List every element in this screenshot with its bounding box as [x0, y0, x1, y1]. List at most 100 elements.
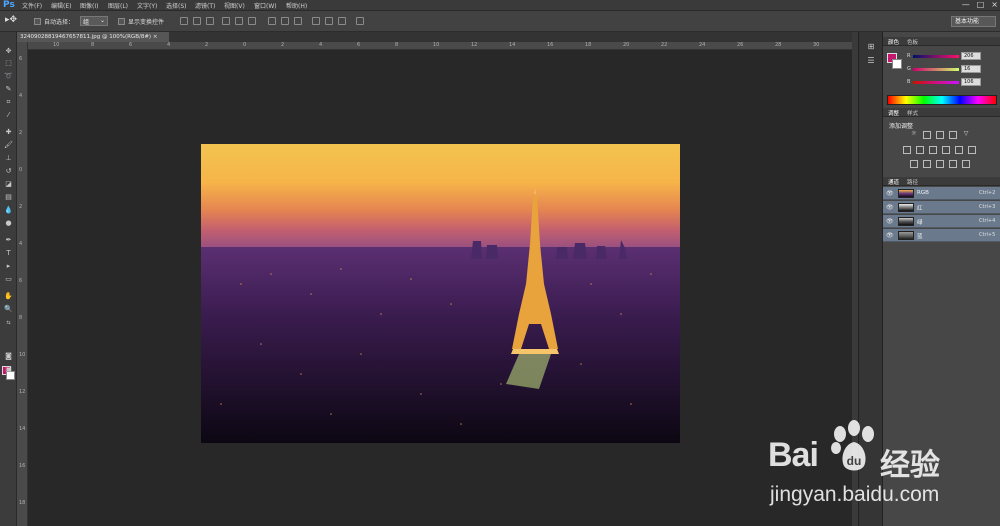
color-lookup-icon[interactable]: [968, 146, 976, 154]
channel-row-red[interactable]: 👁 红 Ctrl+3: [883, 201, 1000, 214]
move-tool-icon[interactable]: ✥: [3, 47, 14, 56]
tab-styles[interactable]: 样式: [907, 109, 918, 117]
clone-stamp-tool-icon[interactable]: ⊥: [3, 154, 14, 163]
align-right-icon[interactable]: [248, 17, 256, 25]
auto-select-dropdown[interactable]: 组 ⌄: [80, 16, 108, 26]
black-white-icon[interactable]: [929, 146, 937, 154]
menu-layer[interactable]: 图层(L): [108, 1, 128, 10]
menu-window[interactable]: 窗口(W): [254, 1, 277, 10]
brightness-contrast-icon[interactable]: ☼: [910, 131, 918, 139]
align-vcenter-icon[interactable]: [193, 17, 201, 25]
tab-channels[interactable]: 通道: [888, 178, 899, 186]
auto-select-checkbox[interactable]: [34, 18, 41, 25]
history-brush-tool-icon[interactable]: ↺: [3, 167, 14, 176]
properties-panel-icon[interactable]: ☰: [866, 56, 876, 66]
menu-type[interactable]: 文字(Y): [137, 1, 157, 10]
history-panel-icon[interactable]: ⊞: [866, 42, 876, 52]
lasso-tool-icon[interactable]: ➰: [3, 72, 14, 81]
photo-filter-icon[interactable]: [942, 146, 950, 154]
crop-tool-icon[interactable]: ⌗: [3, 98, 14, 107]
marquee-tool-icon[interactable]: ⬚: [3, 59, 14, 68]
vibrance-icon[interactable]: ▽: [962, 131, 970, 139]
color-spectrum-bar[interactable]: [887, 95, 997, 105]
workspace-switcher[interactable]: 基本功能: [951, 16, 996, 27]
watermark-baidu-text: Bai: [768, 436, 819, 474]
channel-mixer-icon[interactable]: [955, 146, 963, 154]
menu-edit[interactable]: 编辑(E): [51, 1, 71, 10]
selective-color-icon[interactable]: [962, 160, 970, 168]
type-tool-icon[interactable]: T: [3, 249, 14, 258]
ruler-tick-label: 18: [19, 500, 26, 506]
channel-row-green[interactable]: 👁 绿 Ctrl+4: [883, 215, 1000, 228]
menu-help[interactable]: 帮助(H): [286, 1, 307, 10]
menu-view[interactable]: 视图(V): [224, 1, 245, 10]
color-balance-icon[interactable]: [916, 146, 924, 154]
close-tab-icon[interactable]: ×: [153, 34, 158, 40]
blue-value-field[interactable]: 106: [961, 78, 981, 86]
dodge-tool-icon[interactable]: ●: [3, 219, 14, 228]
red-slider[interactable]: [913, 55, 959, 58]
menu-image[interactable]: 图像(I): [80, 1, 98, 10]
blue-slider[interactable]: [913, 81, 959, 84]
maximize-button[interactable]: □: [977, 0, 985, 9]
auto-align-icon[interactable]: [356, 17, 364, 25]
eiffel-tower-photo[interactable]: [201, 144, 680, 443]
distribute-hcenter-icon[interactable]: [325, 17, 333, 25]
quick-mask-icon[interactable]: ◙: [3, 352, 14, 361]
tab-adjustments[interactable]: 调整: [888, 109, 899, 117]
show-transform-checkbox[interactable]: [118, 18, 125, 25]
red-value-field[interactable]: 206: [961, 52, 981, 60]
curves-icon[interactable]: [936, 131, 944, 139]
gradient-tool-icon[interactable]: ▤: [3, 193, 14, 202]
distribute-top-icon[interactable]: [268, 17, 276, 25]
threshold-icon[interactable]: [936, 160, 944, 168]
quick-select-tool-icon[interactable]: ✎: [3, 85, 14, 94]
channel-row-blue[interactable]: 👁 蓝 Ctrl+5: [883, 229, 1000, 242]
distribute-right-icon[interactable]: [338, 17, 346, 25]
brush-tool-icon[interactable]: 🖌: [3, 141, 14, 150]
path-select-tool-icon[interactable]: ▸: [3, 262, 14, 271]
swap-colors-icon[interactable]: ⇆: [3, 319, 14, 328]
pen-tool-icon[interactable]: ✒: [3, 236, 14, 245]
healing-brush-tool-icon[interactable]: ✚: [3, 128, 14, 137]
menu-select[interactable]: 选择(S): [166, 1, 187, 10]
shape-tool-icon[interactable]: ▭: [3, 275, 14, 284]
minimize-button[interactable]: —: [962, 0, 970, 9]
menu-filter[interactable]: 滤镜(T): [195, 1, 215, 10]
align-bottom-icon[interactable]: [206, 17, 214, 25]
align-hcenter-icon[interactable]: [235, 17, 243, 25]
close-button[interactable]: ×: [991, 0, 998, 9]
distribute-bottom-icon[interactable]: [294, 17, 302, 25]
hand-tool-icon[interactable]: ✋: [3, 292, 14, 301]
tab-color[interactable]: 颜色: [888, 38, 899, 46]
posterize-icon[interactable]: [923, 160, 931, 168]
zoom-tool-icon[interactable]: 🔍: [3, 305, 14, 314]
eyedropper-tool-icon[interactable]: ⁄: [3, 111, 14, 120]
hue-saturation-icon[interactable]: [903, 146, 911, 154]
exposure-icon[interactable]: [949, 131, 957, 139]
tab-swatches[interactable]: 色板: [907, 38, 918, 46]
eye-icon[interactable]: 👁: [886, 204, 894, 211]
invert-icon[interactable]: [910, 160, 918, 168]
panel-background-swatch[interactable]: [892, 59, 902, 69]
eye-icon[interactable]: 👁: [886, 190, 894, 197]
eye-icon[interactable]: 👁: [886, 232, 894, 239]
channel-name: 红: [917, 206, 923, 212]
eye-icon[interactable]: 👁: [886, 218, 894, 225]
document-tab[interactable]: 32409028819467657811.jpg @ 100%(RGB/8#) …: [17, 32, 169, 42]
levels-icon[interactable]: [923, 131, 931, 139]
distribute-left-icon[interactable]: [312, 17, 320, 25]
move-tool-icon[interactable]: ▸✥: [5, 15, 17, 25]
channel-row-rgb[interactable]: 👁 RGB Ctrl+2: [883, 187, 1000, 200]
green-value-field[interactable]: 16: [961, 65, 981, 73]
tab-paths[interactable]: 路径: [907, 178, 918, 186]
eraser-tool-icon[interactable]: ◪: [3, 180, 14, 189]
gradient-map-icon[interactable]: [949, 160, 957, 168]
distribute-vcenter-icon[interactable]: [281, 17, 289, 25]
menu-file[interactable]: 文件(F): [22, 1, 42, 10]
align-left-icon[interactable]: [222, 17, 230, 25]
blur-tool-icon[interactable]: 💧: [3, 206, 14, 215]
screen-mode-icon[interactable]: ▣: [3, 365, 14, 374]
green-slider[interactable]: [913, 68, 959, 71]
align-top-icon[interactable]: [180, 17, 188, 25]
